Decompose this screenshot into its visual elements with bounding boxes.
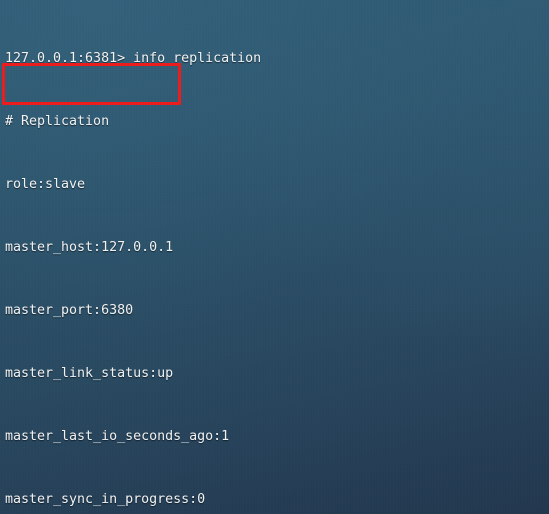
terminal-line-command: 127.0.0.1:6381> info replication: [5, 51, 262, 66]
terminal-line-role: role:slave: [5, 177, 86, 192]
terminal-window[interactable]: 127.0.0.1:6381> info replication # Repli…: [0, 0, 549, 514]
terminal-line-master-host: master_host:127.0.0.1: [5, 240, 174, 255]
terminal-line-master-sync-in-progress: master_sync_in_progress:0: [5, 492, 206, 507]
terminal-output: 127.0.0.1:6381> info replication # Repli…: [5, 6, 549, 514]
terminal-line-master-port: master_port:6380: [5, 303, 134, 318]
terminal-line-section-header: # Replication: [5, 114, 110, 129]
terminal-line-master-link-status: master_link_status:up: [5, 366, 174, 381]
terminal-line-master-last-io-seconds-ago: master_last_io_seconds_ago:1: [5, 429, 230, 444]
